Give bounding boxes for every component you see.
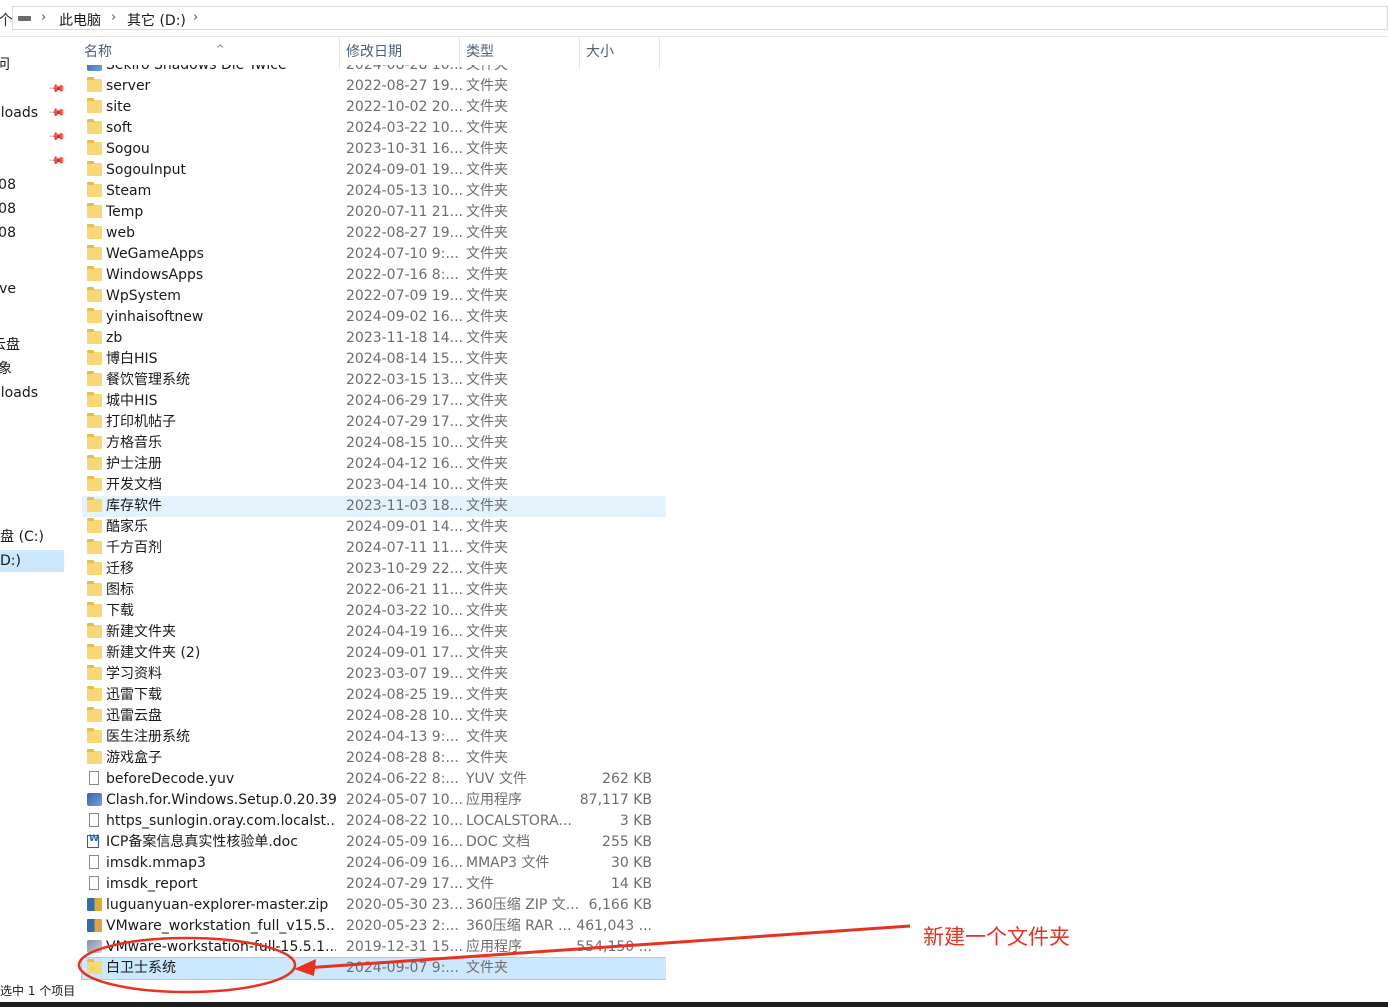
annotation-arrow-head — [294, 959, 316, 976]
annotation-label: 新建一个文件夹 — [923, 925, 1070, 949]
annotation-overlay — [77, 924, 911, 994]
annotation-arrow-line — [304, 924, 911, 970]
annotation-circle — [77, 936, 297, 994]
